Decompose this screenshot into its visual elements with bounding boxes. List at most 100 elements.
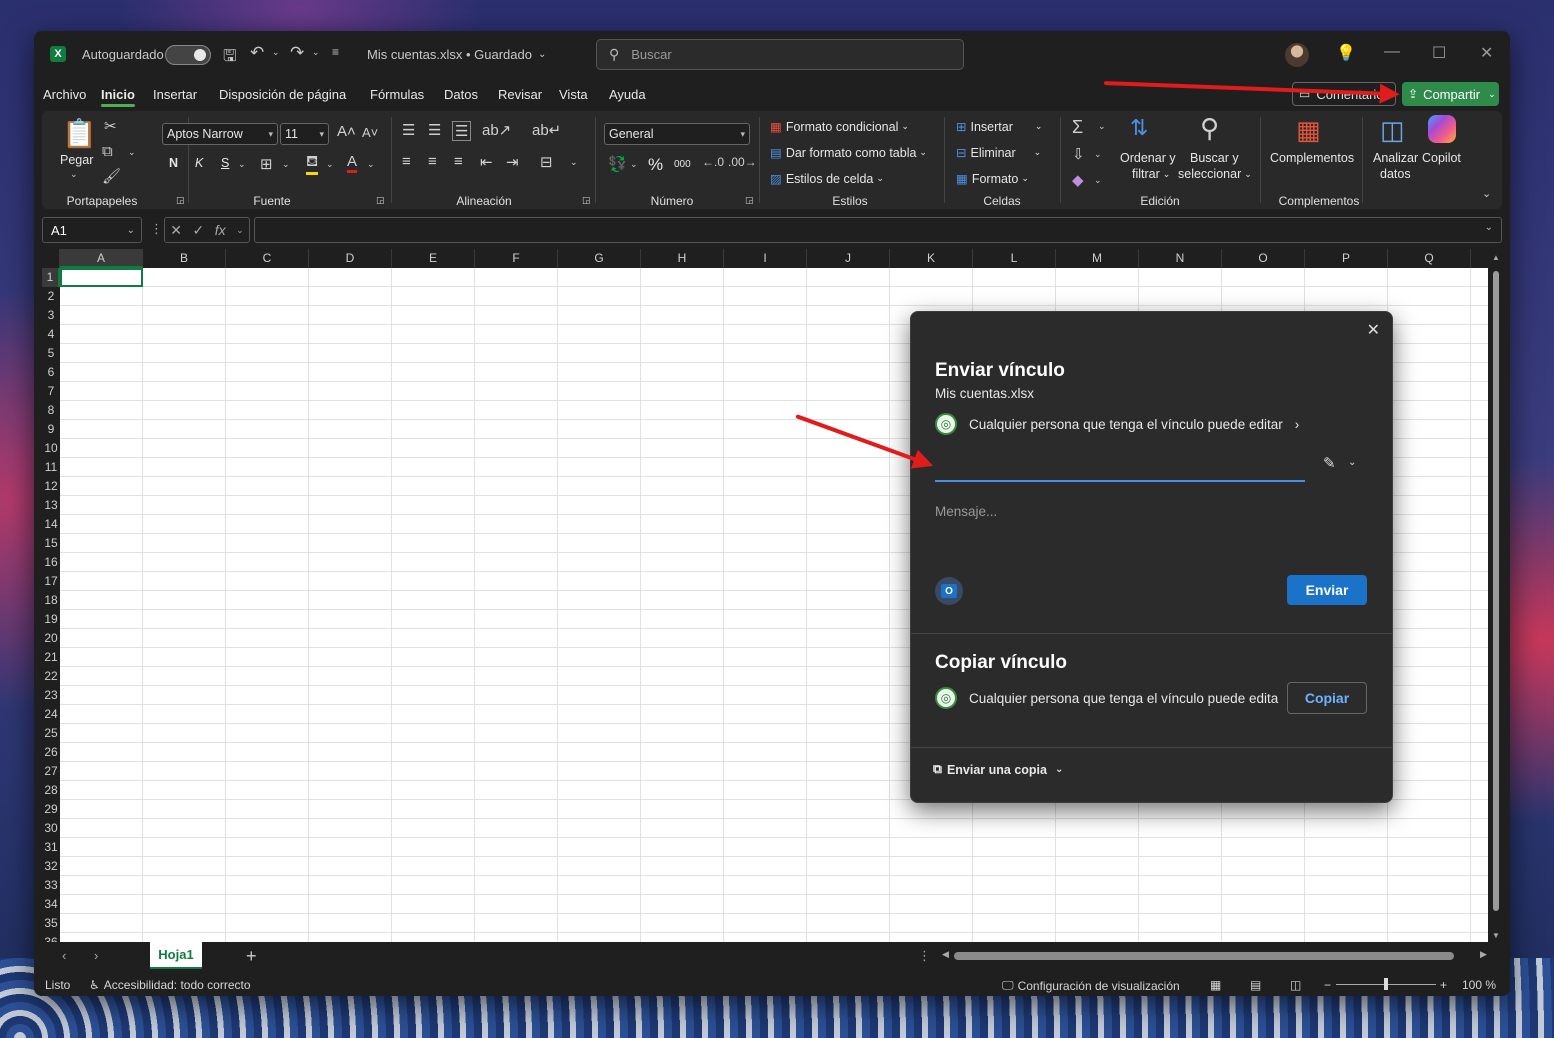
column-header[interactable]: D [309, 249, 392, 268]
row-header[interactable]: 27 [42, 762, 60, 781]
send-button[interactable]: Enviar [1287, 575, 1367, 605]
row-header[interactable]: 12 [42, 477, 60, 496]
row-header[interactable]: 33 [42, 876, 60, 895]
row-header[interactable]: 18 [42, 591, 60, 610]
column-header[interactable]: P [1305, 249, 1388, 268]
redo-icon[interactable]: ↷ [290, 43, 304, 63]
copy-icon[interactable]: ⧉ [102, 143, 113, 160]
enter-icon[interactable]: ✓ [193, 222, 205, 239]
search-box[interactable]: ⚲ Buscar [596, 39, 964, 70]
addins-button[interactable]: Complementos [1270, 151, 1354, 165]
close-window-icon[interactable]: ✕ [1480, 43, 1493, 63]
link-settings-copy[interactable]: ◎ Cualquier persona que tenga el vínculo… [935, 687, 1290, 709]
font-color-icon[interactable]: A [347, 153, 358, 173]
zoom-slider-thumb[interactable] [1384, 978, 1388, 990]
row-header[interactable]: 14 [42, 515, 60, 534]
row-header[interactable]: 25 [42, 724, 60, 743]
zoom-out-icon[interactable]: − [1324, 978, 1331, 992]
tab-datos[interactable]: Datos [444, 87, 478, 102]
underline-button[interactable]: S [221, 156, 229, 170]
tab-formulas[interactable]: Fórmulas [370, 87, 424, 102]
row-header[interactable]: 4 [42, 325, 60, 344]
select-all-corner[interactable] [42, 249, 60, 268]
zoom-level[interactable]: 100 % [1462, 978, 1496, 992]
cell-styles-button[interactable]: ▨ Estilos de celda ⌄ [770, 171, 884, 187]
format-as-table-button[interactable]: ▤ Dar formato como tabla ⌄ [770, 145, 927, 161]
row-header[interactable]: 34 [42, 895, 60, 914]
display-settings-button[interactable]: 🖵 Configuración de visualización [1002, 978, 1180, 993]
edit-permission-icon[interactable]: ✎ [1323, 454, 1336, 472]
decrease-font-icon[interactable]: A˅ [362, 125, 378, 140]
selected-cell-a1[interactable] [60, 268, 143, 287]
font-name-combo[interactable]: Aptos Narrow ▾ [162, 123, 278, 145]
column-header[interactable]: O [1222, 249, 1305, 268]
ribbon-collapse-icon[interactable]: ⌄ [1482, 187, 1491, 200]
cancel-icon[interactable]: ✕ [170, 222, 182, 239]
orientation-icon[interactable]: ab↗ [482, 121, 511, 139]
font-color-dropdown-icon[interactable]: ⌄ [367, 159, 375, 170]
horizontal-scroll-thumb[interactable] [954, 952, 1454, 960]
undo-dropdown-icon[interactable]: ⌄ [272, 47, 280, 58]
align-right-icon[interactable]: ≡ [454, 153, 463, 170]
row-header[interactable]: 8 [42, 401, 60, 420]
zoom-in-icon[interactable]: + [1440, 978, 1447, 992]
row-header[interactable]: 10 [42, 439, 60, 458]
tab-ayuda[interactable]: Ayuda [609, 87, 646, 102]
page-layout-icon[interactable]: ▤ [1250, 978, 1261, 992]
align-left-icon[interactable]: ≡ [402, 153, 411, 170]
autosum-icon[interactable]: Σ [1072, 117, 1083, 138]
expand-formula-icon[interactable]: ⌄ [1485, 222, 1493, 233]
link-settings-send[interactable]: ◎ Cualquier persona que tenga el vínculo… [935, 413, 1299, 435]
align-center-icon[interactable]: ≡ [428, 153, 437, 170]
italic-button[interactable]: K [195, 156, 203, 170]
borders-icon[interactable]: ⊞ [260, 155, 273, 173]
alignment-launcher-icon[interactable]: ◲ [582, 195, 591, 206]
formula-input[interactable]: ⌄ [254, 217, 1502, 243]
row-header[interactable]: 15 [42, 534, 60, 553]
more-options-icon[interactable]: ⋮ [150, 221, 163, 237]
bold-button[interactable]: N [169, 156, 178, 170]
row-header[interactable]: 3 [42, 306, 60, 325]
maximize-icon[interactable]: ☐ [1432, 43, 1446, 63]
chevron-down-icon[interactable]: ⌄ [1348, 457, 1356, 468]
addins-icon[interactable]: ▦ [1296, 115, 1321, 146]
conditional-format-button[interactable]: ▦ Formato condicional ⌄ [770, 119, 909, 135]
sort-filter-label-2[interactable]: filtrar ⌄ [1132, 167, 1170, 181]
autosave-toggle[interactable] [165, 45, 211, 65]
column-header[interactable]: N [1139, 249, 1222, 268]
scroll-up-icon[interactable]: ▲ [1492, 253, 1500, 262]
accounting-format-icon[interactable]: 💱 [608, 155, 627, 173]
find-select-icon[interactable]: ⚲ [1200, 113, 1219, 144]
align-middle-icon[interactable]: ☰ [428, 121, 441, 139]
find-select-label-1[interactable]: Buscar y [1190, 151, 1239, 165]
row-header[interactable]: 28 [42, 781, 60, 800]
normal-view-icon[interactable]: ▦ [1210, 978, 1221, 992]
decrease-indent-icon[interactable]: ⇤ [480, 153, 493, 171]
insert-function-icon[interactable]: fx [215, 222, 226, 238]
clear-dropdown-icon[interactable]: ⌄ [1094, 175, 1102, 186]
message-input[interactable]: Mensaje... [935, 504, 997, 519]
row-header[interactable]: 35 [42, 914, 60, 933]
number-format-combo[interactable]: General ▾ [604, 123, 750, 145]
align-top-icon[interactable]: ☰ [402, 121, 415, 139]
wrap-text-icon[interactable]: ab↵ [532, 121, 561, 139]
row-header[interactable]: 22 [42, 667, 60, 686]
column-header[interactable]: G [558, 249, 641, 268]
row-header[interactable]: 13 [42, 496, 60, 515]
increase-font-icon[interactable]: A˄ [337, 123, 356, 140]
cut-icon[interactable]: ✂ [104, 117, 117, 135]
close-icon[interactable]: ✕ [1367, 320, 1380, 340]
fill-color-icon[interactable]: ⛾ [306, 153, 319, 175]
row-header[interactable]: 2 [42, 287, 60, 306]
increase-indent-icon[interactable]: ⇥ [506, 153, 519, 171]
autosum-dropdown-icon[interactable]: ⌄ [1098, 121, 1106, 132]
paste-dropdown-icon[interactable]: ⌄ [70, 169, 78, 180]
sheet-tab-hoja1[interactable]: Hoja1 [150, 942, 202, 969]
merge-dropdown-icon[interactable]: ⌄ [570, 157, 578, 168]
column-header[interactable]: H [641, 249, 724, 268]
fill-icon[interactable]: ⇩ [1072, 145, 1085, 163]
redo-dropdown-icon[interactable]: ⌄ [312, 47, 320, 58]
tab-revisar[interactable]: Revisar [498, 87, 542, 102]
lightbulb-icon[interactable]: 💡 [1336, 43, 1356, 63]
format-cells-button[interactable]: ▦ Formato ⌄ [956, 171, 1029, 187]
